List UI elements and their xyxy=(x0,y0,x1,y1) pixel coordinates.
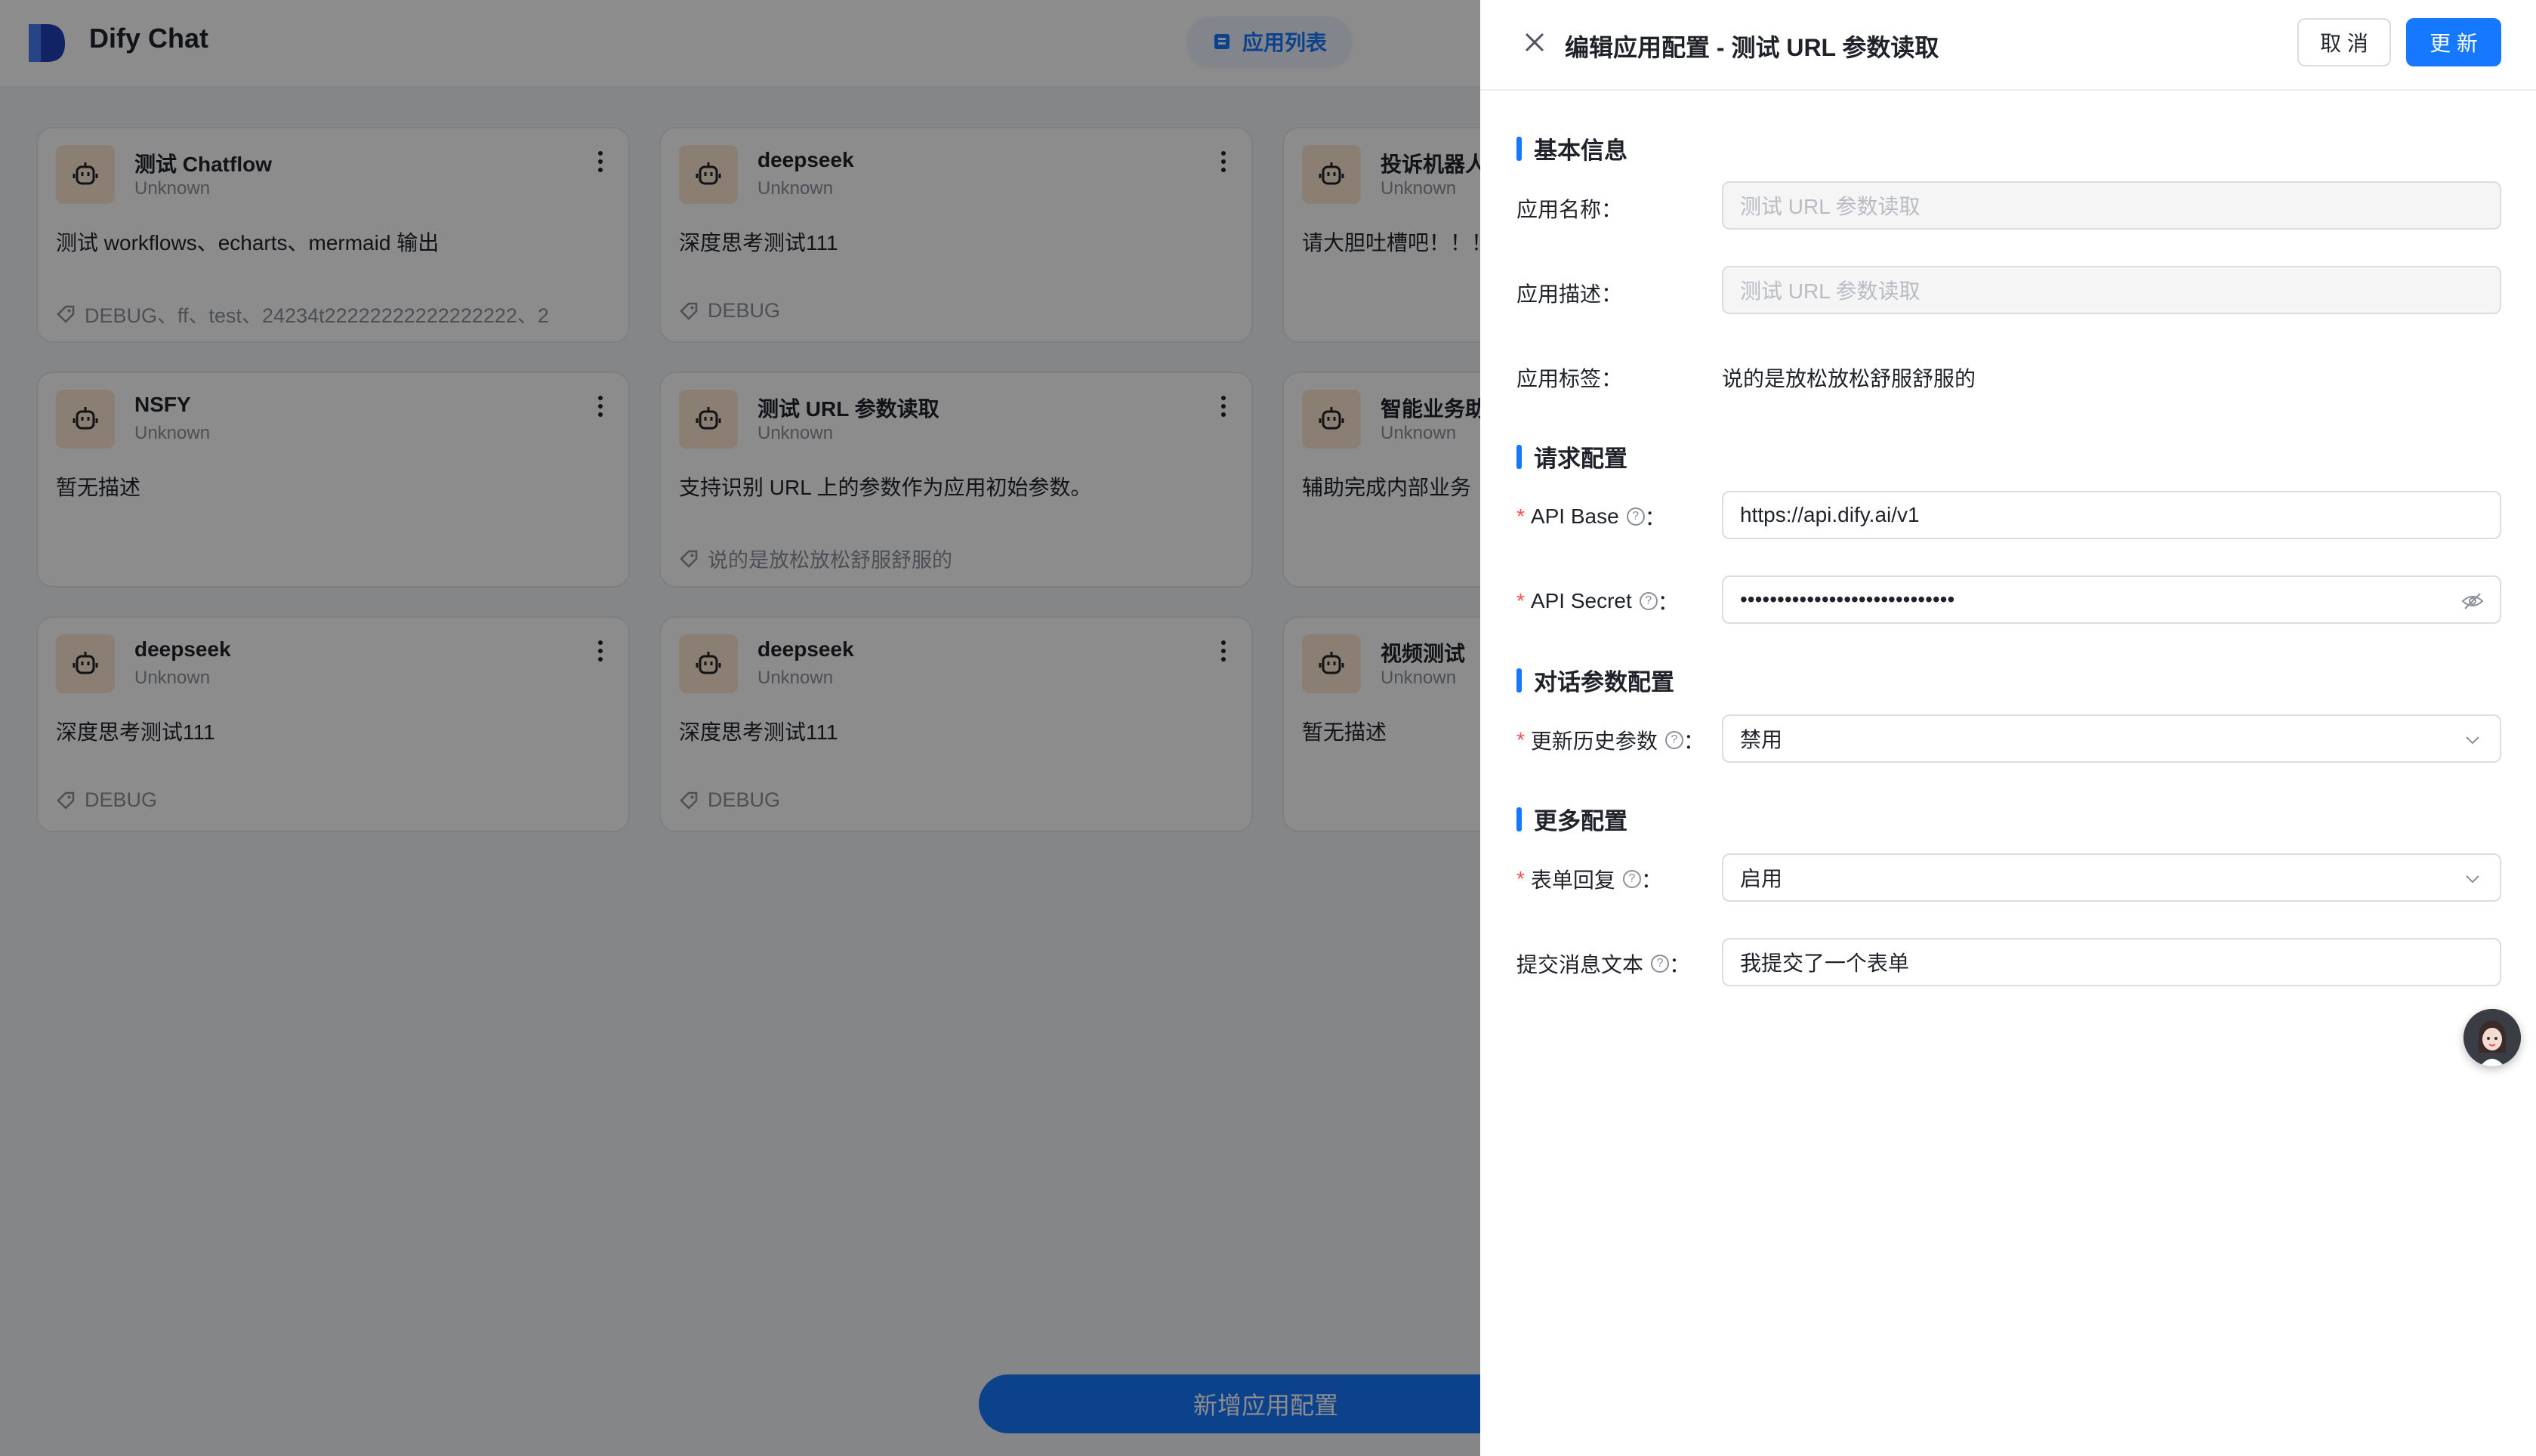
label-colon: ： xyxy=(1601,198,1623,221)
help-icon[interactable]: ? xyxy=(1626,507,1645,526)
label-colon: ： xyxy=(1669,953,1691,976)
section-dialog-config: 对话参数配置 xyxy=(1516,663,1674,697)
api-secret-masked-value: ••••••••••••••••••••••••••••• xyxy=(1740,588,1955,611)
history-param-selected-value: 禁用 xyxy=(1740,728,1783,751)
label-text: 应用名称 xyxy=(1516,198,1602,221)
section-marker xyxy=(1516,136,1522,161)
label-colon: ： xyxy=(1657,591,1679,614)
label-text: 表单回复 xyxy=(1530,868,1615,892)
label-colon: ： xyxy=(1683,730,1705,753)
app-tags-value: 说的是放松放松舒服舒服的 xyxy=(1722,367,1976,390)
submit-text-input[interactable]: 我提交了一个表单 xyxy=(1722,938,2501,986)
history-param-label: * 更新历史参数 ?： xyxy=(1516,725,1705,755)
help-icon[interactable]: ? xyxy=(1622,870,1641,888)
label-colon: ： xyxy=(1601,282,1623,306)
label-text: 应用标签 xyxy=(1516,367,1602,390)
section-more-config: 更多配置 xyxy=(1516,802,1627,836)
required-mark: * xyxy=(1516,589,1525,612)
help-icon[interactable]: ? xyxy=(1651,955,1670,973)
section-title: 请求配置 xyxy=(1534,446,1627,472)
required-mark: * xyxy=(1516,504,1525,528)
label-text: API Base xyxy=(1530,504,1619,528)
section-basic-info: 基本信息 xyxy=(1516,131,1627,165)
app-desc-label: 应用描述： xyxy=(1516,278,1622,308)
app-tags-label: 应用标签： xyxy=(1516,362,1622,393)
label-colon: ： xyxy=(1640,868,1662,892)
drawer-header: 编辑应用配置 - 测试 URL 参数读取 取 消 更 新 xyxy=(1480,0,2536,91)
close-icon[interactable] xyxy=(1521,29,1548,56)
section-marker xyxy=(1516,807,1522,831)
api-secret-label: * API Secret ?： xyxy=(1516,586,1679,616)
api-base-input[interactable]: https://api.dify.ai/v1 xyxy=(1722,491,2501,539)
submit-text-label: 提交消息文本 ?： xyxy=(1516,949,1690,979)
label-text: 应用描述 xyxy=(1516,282,1602,306)
form-reply-select[interactable]: 启用 xyxy=(1722,853,2501,902)
chevron-down-icon xyxy=(2466,875,2479,884)
chevron-down-icon xyxy=(2466,736,2479,745)
required-mark: * xyxy=(1516,728,1525,751)
app-name-input[interactable]: 测试 URL 参数读取 xyxy=(1722,181,2501,230)
help-icon[interactable]: ? xyxy=(1664,731,1683,749)
label-colon: ： xyxy=(1644,506,1666,529)
assistant-avatar-icon xyxy=(2463,1009,2521,1066)
label-text: 提交消息文本 xyxy=(1516,953,1644,976)
label-colon: ： xyxy=(1601,367,1623,390)
update-button[interactable]: 更 新 xyxy=(2406,18,2501,66)
eye-invisible-icon[interactable] xyxy=(2460,589,2485,613)
assistant-avatar-button[interactable] xyxy=(2463,1009,2521,1066)
section-title: 对话参数配置 xyxy=(1534,669,1674,696)
section-marker xyxy=(1516,668,1522,693)
drawer-title: 编辑应用配置 - 测试 URL 参数读取 xyxy=(1565,34,1939,61)
help-icon[interactable]: ? xyxy=(1639,592,1658,610)
form-reply-selected-value: 启用 xyxy=(1740,867,1783,890)
section-title: 基本信息 xyxy=(1534,137,1627,164)
section-request-config: 请求配置 xyxy=(1516,440,1627,474)
label-text: API Secret xyxy=(1530,589,1632,612)
required-mark: * xyxy=(1516,867,1525,890)
api-base-label: * API Base ?： xyxy=(1516,501,1666,532)
app-name-label: 应用名称： xyxy=(1516,193,1622,224)
api-secret-input[interactable]: ••••••••••••••••••••••••••••• xyxy=(1722,575,2501,624)
form-reply-label: * 表单回复 ?： xyxy=(1516,864,1662,894)
label-text: 更新历史参数 xyxy=(1530,730,1658,753)
cancel-button[interactable]: 取 消 xyxy=(2297,18,2391,66)
section-marker xyxy=(1516,444,1522,469)
history-param-select[interactable]: 禁用 xyxy=(1722,714,2501,763)
section-title: 更多配置 xyxy=(1534,808,1627,834)
edit-app-drawer: 编辑应用配置 - 测试 URL 参数读取 取 消 更 新 基本信息 应用名称： … xyxy=(1480,0,2536,1456)
app-desc-input[interactable]: 测试 URL 参数读取 xyxy=(1722,266,2501,314)
